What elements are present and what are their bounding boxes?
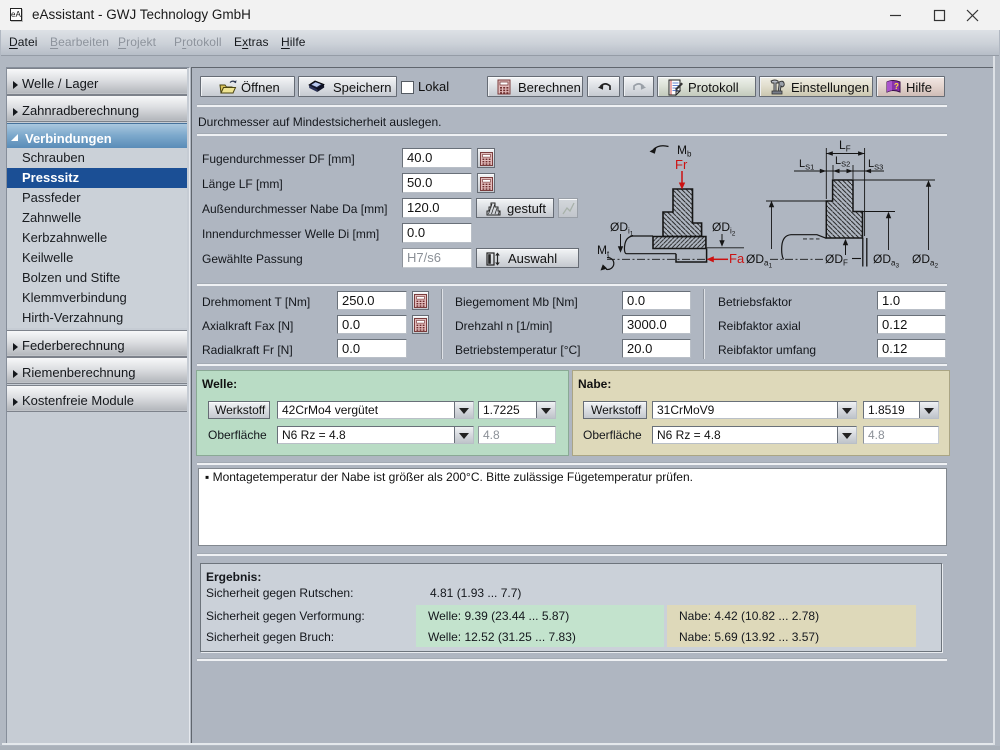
svg-text:Fa: Fa xyxy=(729,251,745,266)
svg-text:LF: LF xyxy=(839,138,851,154)
svg-text:LS1: LS1 xyxy=(799,158,814,172)
svg-text:?: ? xyxy=(894,82,899,91)
svg-text:LS2: LS2 xyxy=(835,155,850,169)
svg-text:ØDF: ØDF xyxy=(825,252,848,268)
svg-text:ØDa1: ØDa1 xyxy=(746,252,772,270)
svg-text:Mt: Mt xyxy=(597,243,610,259)
svg-text:ØDi1: ØDi1 xyxy=(610,220,634,238)
svg-text:Fr: Fr xyxy=(675,157,688,172)
svg-text:ØDa2: ØDa2 xyxy=(912,252,938,270)
svg-text:ØDi2: ØDi2 xyxy=(712,220,736,238)
svg-text:ØDa3: ØDa3 xyxy=(873,252,899,270)
